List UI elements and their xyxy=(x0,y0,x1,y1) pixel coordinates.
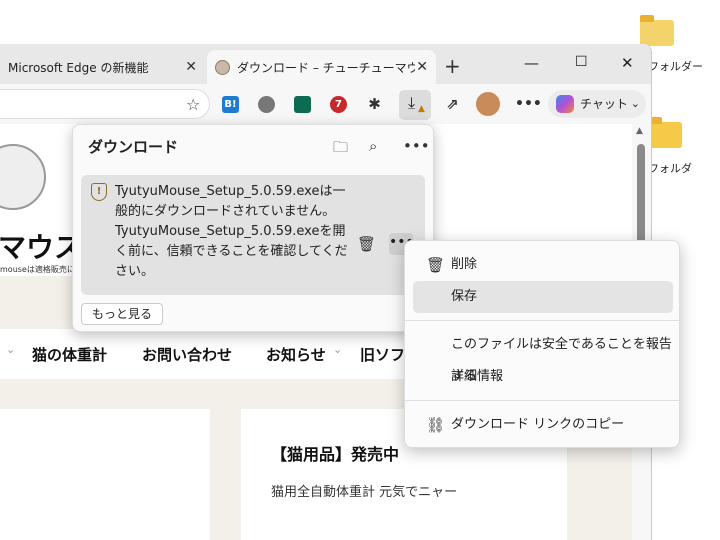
menu-divider xyxy=(405,320,681,321)
extensions-puzzle-icon[interactable]: ✱ xyxy=(366,96,383,113)
shield-extension-icon[interactable] xyxy=(294,96,311,113)
tab-download-page[interactable]: ダウンロード – チューチューマウスと仲間 ✕ xyxy=(207,50,436,84)
delete-icon[interactable]: 🗑 xyxy=(357,235,376,253)
chevron-down-icon: ⌄ xyxy=(630,97,640,110)
more-options-icon[interactable]: ••• xyxy=(403,137,430,155)
close-icon[interactable]: ✕ xyxy=(416,59,428,75)
tab-edge-whats-new[interactable]: Microsoft Edge の新機能 ✕ xyxy=(0,50,205,84)
nav-item-contact[interactable]: お問い合わせ xyxy=(142,344,232,365)
new-tab-icon[interactable]: + xyxy=(444,54,461,78)
menu-item-copy-link[interactable]: ⛓ ダウンロード リンクのコピー xyxy=(413,409,673,441)
minimize-icon[interactable]: — xyxy=(524,54,539,72)
download-context-menu: 🗑 削除 保存 このファイルは安全であることを報告する 詳細情報 ⛓ ダウンロー… xyxy=(404,240,681,448)
menu-item-delete[interactable]: 🗑 削除 xyxy=(413,249,673,281)
menu-item-label: 詳細情報 xyxy=(451,369,504,384)
tab-title: ダウンロード – チューチューマウスと仲間 xyxy=(237,60,415,75)
downloads-title: ダウンロード xyxy=(88,138,179,156)
copilot-icon xyxy=(556,95,574,113)
see-more-button[interactable]: もっと見る xyxy=(81,303,163,325)
card-title[interactable]: 【猫用品】発売中 xyxy=(271,441,399,465)
menu-item-label: 保存 xyxy=(451,289,478,304)
nav-item-scale[interactable]: 猫の体重計 xyxy=(32,344,107,365)
scroll-up-icon[interactable]: ▲ xyxy=(636,126,643,136)
tab-title: Microsoft Edge の新機能 xyxy=(8,60,149,75)
more-menu-icon[interactable]: ••• xyxy=(515,96,542,113)
address-bar[interactable] xyxy=(0,89,210,119)
copilot-chat-button[interactable]: チャット ⌄ xyxy=(548,90,646,118)
desktop-folder-label: フォルダ xyxy=(648,162,692,175)
site-subtitle: mouseは適格販売に xyxy=(0,265,75,274)
chevron-down-icon: ⌄ xyxy=(333,343,343,356)
chat-label: チャット xyxy=(580,97,628,111)
menu-item-more-info[interactable]: 詳細情報 xyxy=(413,361,673,393)
menu-divider xyxy=(405,400,681,401)
downloads-button[interactable]: ⤓ ▲ xyxy=(399,90,431,120)
favicon-icon xyxy=(215,60,230,75)
desktop-folder-label: フォルダー xyxy=(648,60,703,73)
close-window-icon[interactable]: ✕ xyxy=(621,54,634,72)
share-icon[interactable]: ⇗ xyxy=(444,96,461,113)
menu-item-keep[interactable]: 保存 xyxy=(413,281,673,313)
search-icon[interactable]: ⌕ xyxy=(369,137,377,155)
close-icon[interactable]: ✕ xyxy=(185,59,197,75)
link-icon: ⛓ xyxy=(426,416,446,434)
folder-icon xyxy=(640,15,674,46)
favorite-star-icon[interactable]: ☆ xyxy=(186,95,200,114)
open-folder-icon[interactable]: 🗀 xyxy=(333,137,348,162)
avatar[interactable] xyxy=(476,92,500,116)
download-warning-message: TyutyuMouse_Setup_5.0.59.exeは一般的にダウンロードさ… xyxy=(115,184,348,279)
site-title[interactable]: マウス xyxy=(0,226,82,266)
menu-item-label: 削除 xyxy=(451,257,478,272)
nav-item-old-software[interactable]: 旧ソフ xyxy=(360,344,405,365)
toolbar: ☆ B! 7 ✱ ⤓ ▲ ⇗ ••• チャット ⌄ xyxy=(0,84,651,124)
tab-bar: Microsoft Edge の新機能 ✕ ダウンロード – チューチューマウス… xyxy=(0,44,651,84)
chevron-down-icon: ⌄ xyxy=(6,343,16,356)
content-card xyxy=(0,409,210,540)
downloads-panel: ダウンロード 🗀 ⌕ ••• ! TyutyuMouse_Setup_5.0.5… xyxy=(72,124,434,332)
maximize-icon[interactable]: ☐ xyxy=(575,54,588,70)
trash-icon: 🗑 xyxy=(426,256,446,274)
hatena-bookmark-icon[interactable]: B! xyxy=(222,96,239,113)
folder-icon xyxy=(648,117,682,148)
warning-shield-icon: ! xyxy=(91,183,107,201)
download-item[interactable]: ! TyutyuMouse_Setup_5.0.59.exeは一般的にダウンロー… xyxy=(81,175,425,295)
menu-item-report-safe[interactable]: このファイルは安全であることを報告する xyxy=(413,329,673,384)
menu-item-label: ダウンロード リンクのコピー xyxy=(451,417,625,432)
card-text: 猫用全自動体重計 元気でニャー xyxy=(271,485,458,500)
extension-badge-icon[interactable]: 7 xyxy=(330,96,347,113)
globe-icon[interactable] xyxy=(258,96,275,113)
nav-item-news[interactable]: お知らせ xyxy=(266,344,326,365)
site-logo[interactable] xyxy=(0,144,46,210)
warning-icon: ▲ xyxy=(418,104,425,114)
download-arrow-icon: ⤓ xyxy=(408,93,416,112)
